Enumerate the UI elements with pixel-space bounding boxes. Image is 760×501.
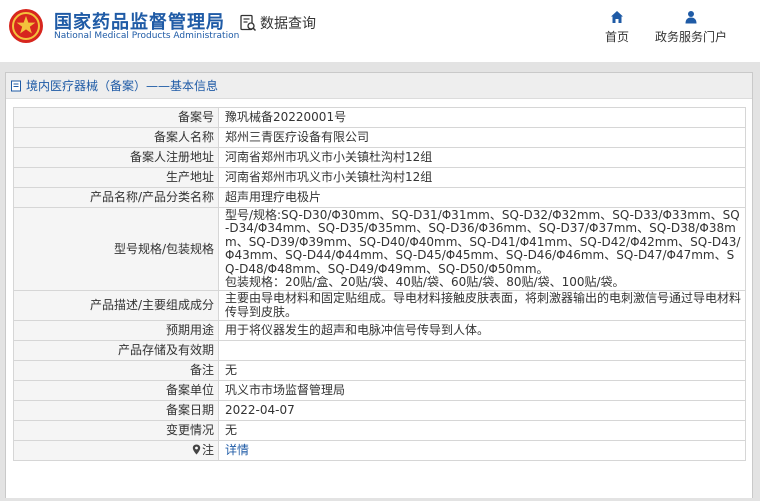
field-label: 备案号 [13,107,219,128]
table-row: 型号规格/包装规格 型号/规格:SQ-D30/Φ30mm、SQ-D31/Φ31m… [13,206,746,292]
field-label: 预期用途 [13,320,219,342]
record-detail-table: 备案号 豫巩械备20220001号 备案人名称 郑州三青医疗设备有限公司 备案人… [13,107,746,462]
breadcrumb: 境内医疗器械（备案）——基本信息 [6,73,752,99]
field-label: 备案单位 [13,380,219,402]
field-value: 无 [218,420,746,442]
model-spec-text: 型号/规格:SQ-D30/Φ30mm、SQ-D31/Φ31mm、SQ-D32/Φ… [225,208,741,276]
table-row: 产品描述/主要组成成分 主要由导电材料和固定贴组成。导电材料接触皮肤表面，将刺激… [13,290,746,322]
field-label: 注 [201,443,214,458]
field-value: 用于将仪器发生的超声和电脉冲信号传导到人体。 [218,320,746,342]
nav-gov-service-portal[interactable]: 政务服务门户 [652,10,730,45]
nav-home-label: 首页 [604,30,629,44]
field-value: 主要由导电材料和固定贴组成。导电材料接触皮肤表面，将刺激器输出的电刺激信号通过导… [218,290,746,322]
data-query-label: 数据查询 [260,16,316,32]
field-value: 超声用理疗电极片 [218,187,746,208]
field-value: 巩义市市场监督管理局 [218,380,746,402]
site-header: 国家药品监督管理局 National Medical Products Admi… [0,0,760,62]
emblem-logo [9,9,43,43]
note-label-cell: 注 [13,440,219,462]
table-row: 备案号 豫巩械备20220001号 [13,107,746,128]
table-row: 备案单位 巩义市市场监督管理局 [13,380,746,402]
map-pin-icon [192,444,201,455]
data-query-link[interactable]: 数据查询 [239,13,316,33]
field-value: 2022-04-07 [218,400,746,422]
table-row: 备案人名称 郑州三青医疗设备有限公司 [13,127,746,148]
user-icon [685,11,697,24]
table-row: 备案日期 2022-04-07 [13,400,746,422]
nav-gov-label: 政务服务门户 [654,30,727,44]
field-value: 豫巩械备20220001号 [218,107,746,128]
table-row: 生产地址 河南省郑州市巩义市小关镇杜沟村12组 [13,167,746,188]
nav-home[interactable]: 首页 [598,10,636,45]
field-value-multiline: 型号/规格:SQ-D30/Φ30mm、SQ-D31/Φ31mm、SQ-D32/Φ… [218,206,746,292]
field-label: 备案日期 [13,400,219,422]
field-label: 型号规格/包装规格 [13,206,219,292]
search-document-icon [240,14,257,32]
table-row: 注 详情 [13,440,746,462]
detail-panel: 境内医疗器械（备案）——基本信息 备案号 豫巩械备20220001号 备案人名称… [5,72,753,498]
field-value: 河南省郑州市巩义市小关镇杜沟村12组 [218,147,746,168]
field-label: 备案人注册地址 [13,147,219,168]
field-label: 产品描述/主要组成成分 [13,290,219,322]
field-label: 产品存储及有效期 [13,340,219,362]
field-label: 备案人名称 [13,127,219,148]
site-subtitle: National Medical Products Administration [54,31,240,41]
field-value: 郑州三青医疗设备有限公司 [218,127,746,148]
breadcrumb-text: 境内医疗器械（备案）——基本信息 [26,79,219,93]
field-label: 变更情况 [13,420,219,442]
field-value [218,340,746,362]
table-row: 备注 无 [13,360,746,382]
table-row: 产品存储及有效期 [13,340,746,362]
field-label: 备注 [13,360,219,382]
field-value: 详情 [218,440,746,462]
field-label: 产品名称/产品分类名称 [13,187,219,208]
table-row: 产品名称/产品分类名称 超声用理疗电极片 [13,187,746,208]
package-spec-text: 包装规格：20贴/盒、20贴/袋、40贴/袋、60贴/袋、80贴/袋、100贴/… [225,275,625,290]
field-label: 生产地址 [13,167,219,188]
field-value: 河南省郑州市巩义市小关镇杜沟村12组 [218,167,746,188]
table-row: 预期用途 用于将仪器发生的超声和电脉冲信号传导到人体。 [13,320,746,342]
field-value: 无 [218,360,746,382]
document-icon [11,80,21,91]
table-row: 变更情况 无 [13,420,746,442]
home-icon [611,11,623,23]
table-row: 备案人注册地址 河南省郑州市巩义市小关镇杜沟村12组 [13,147,746,168]
details-link[interactable]: 详情 [225,443,249,457]
